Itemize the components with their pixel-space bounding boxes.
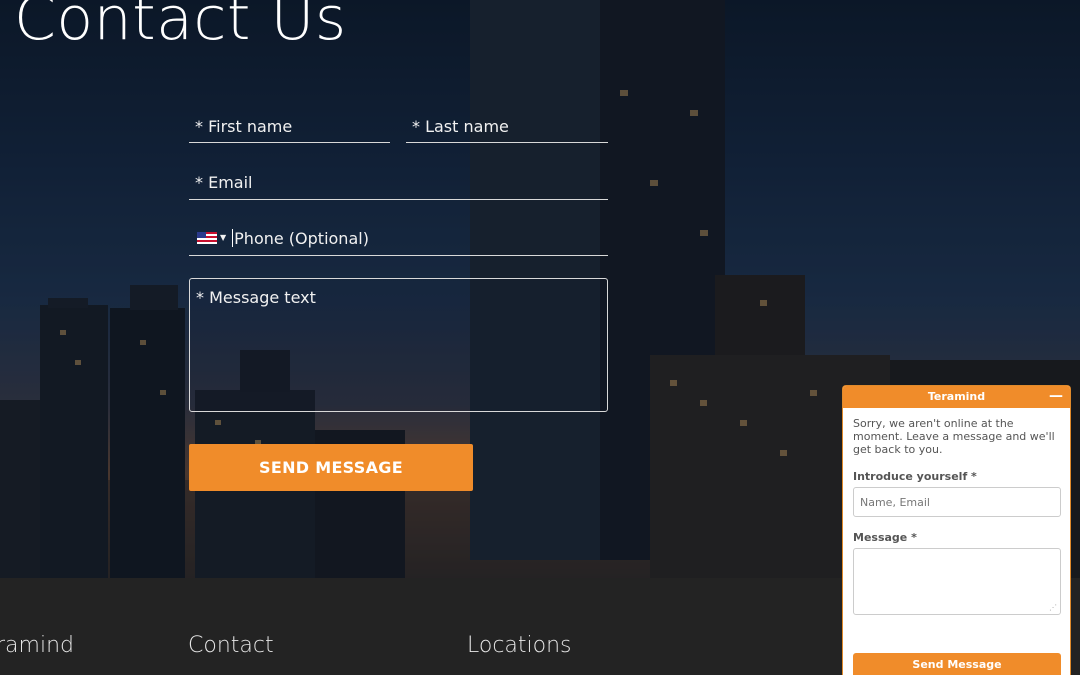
chat-message-label: Message * — [853, 531, 917, 544]
text-cursor — [232, 228, 234, 247]
chat-title: Teramind — [927, 390, 986, 403]
phone-placeholder: Phone (Optional) — [234, 229, 369, 248]
footer-heading-company: ramind — [0, 633, 74, 658]
send-message-button[interactable]: SEND MESSAGE — [189, 444, 473, 491]
page-title: Contact Us — [14, 0, 347, 54]
chat-offline-message: Sorry, we aren't online at the moment. L… — [853, 417, 1055, 456]
chat-send-button[interactable]: Send Message — [853, 653, 1061, 675]
chat-widget: Teramind — Sorry, we aren't online at th… — [842, 385, 1071, 675]
footer-heading-contact: Contact — [188, 633, 274, 658]
phone-field[interactable]: ▼ Phone (Optional) — [189, 228, 608, 256]
minimize-icon[interactable]: — — [1049, 386, 1063, 406]
message-placeholder: * Message text — [196, 288, 316, 307]
first-name-field[interactable]: * First name — [189, 117, 390, 143]
us-flag-icon[interactable] — [197, 231, 217, 244]
resize-grip-icon[interactable]: ⋰ — [1049, 603, 1057, 612]
message-textarea[interactable]: * Message text — [189, 278, 608, 412]
chat-body: Sorry, we aren't online at the moment. L… — [843, 408, 1070, 615]
email-field[interactable]: * Email — [189, 173, 608, 200]
last-name-field[interactable]: * Last name — [406, 117, 608, 143]
chat-message-textarea[interactable]: ⋰ — [853, 548, 1061, 615]
introduce-label: Introduce yourself * — [853, 470, 977, 483]
chat-name-email-input[interactable]: Name, Email — [853, 487, 1061, 517]
chevron-down-icon[interactable]: ▼ — [220, 233, 226, 242]
footer-heading-locations: Locations — [467, 633, 572, 658]
chat-header[interactable]: Teramind — — [843, 386, 1070, 408]
